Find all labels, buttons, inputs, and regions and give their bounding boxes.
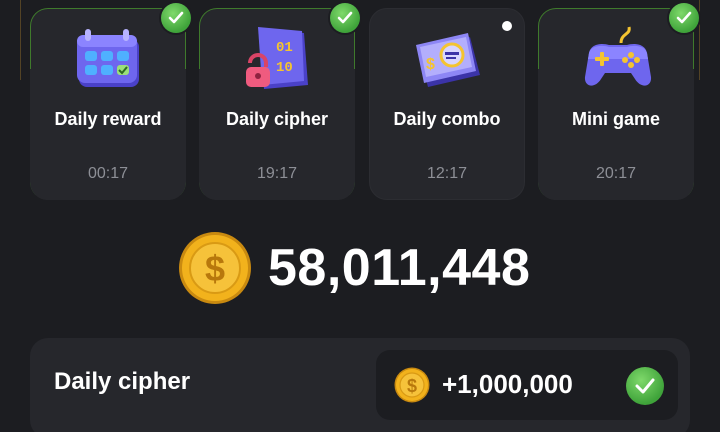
app-screen: Daily reward 00:17 01 10 Daily cipher 19… [0,0,720,432]
card-timer: 00:17 [87,165,129,182]
balance: $ 58,011,448 [178,230,530,306]
reward-amount: +1,000,000 [442,369,573,399]
daily-cipher-bar[interactable]: Daily cipher $ +1,000,000 [30,338,690,432]
frame-decoration [0,0,21,80]
svg-text:$: $ [407,376,417,396]
svg-text:$: $ [205,248,225,289]
check-icon [626,367,664,405]
gamepad-icon [584,26,652,86]
card-title: Daily reward [54,109,162,129]
notification-dot [502,21,512,31]
svg-text:10: 10 [276,60,293,76]
cipher-reward: $ +1,000,000 [376,350,678,420]
frame-decoration [699,0,720,80]
card-title: Daily combo [393,109,501,129]
svg-text:01: 01 [276,40,293,56]
daily-tasks: Daily reward 00:17 01 10 Daily cipher 19… [30,3,699,200]
daily-combo-card[interactable]: $ Daily combo 12:17 [369,8,525,200]
card-title: Daily cipher [225,109,329,129]
card-timer: 12:17 [426,165,468,182]
daily-reward-card[interactable]: Daily reward 00:17 [30,3,191,200]
check-icon [330,3,360,33]
card-timer: 19:17 [256,165,298,182]
coin-icon: $ [179,232,251,304]
cipher-lock-icon: 01 10 [246,27,308,89]
cipher-title: Daily cipher [54,368,191,395]
mini-game-card[interactable]: Mini game 20:17 [538,3,699,200]
check-icon [669,3,699,33]
calendar-icon [77,29,139,87]
card-timer: 20:17 [595,165,637,182]
check-icon [161,3,191,33]
svg-text:$: $ [426,56,435,73]
daily-cipher-card[interactable]: 01 10 Daily cipher 19:17 [199,3,360,200]
coin-icon: $ [394,367,430,403]
balance-amount: 58,011,448 [268,239,531,297]
card-title: Mini game [571,109,660,129]
combo-card-icon: $ [416,33,480,87]
